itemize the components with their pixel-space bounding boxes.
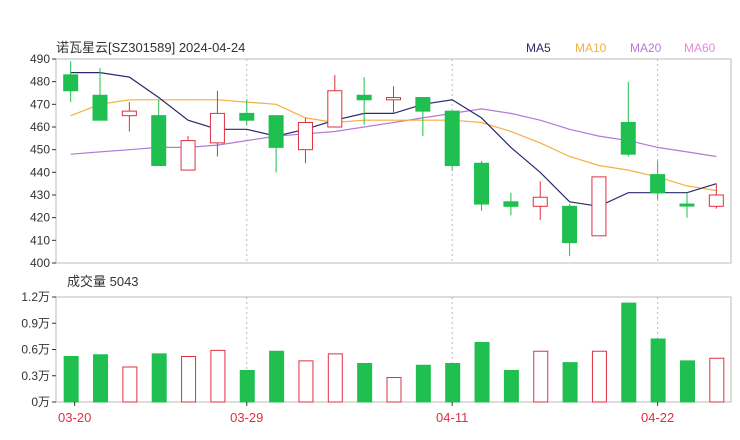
- candle-body: [151, 115, 167, 167]
- volume-tick-label: 0.3万: [21, 369, 50, 383]
- date-tick-label: 04-22: [641, 410, 674, 425]
- price-tick-label: 470: [30, 97, 50, 111]
- volume-tick-label: 0.9万: [21, 316, 50, 330]
- price-tick-label: 400: [30, 256, 50, 270]
- price-tick-label: 460: [30, 120, 50, 134]
- price-tick-label: 440: [30, 165, 50, 179]
- volume-bar: [181, 356, 197, 403]
- volume-bar: [93, 354, 109, 403]
- candle-body: [650, 174, 666, 194]
- legend-ma10: MA10: [575, 41, 607, 55]
- price-panel: 490 480 470 460 450 440 430 420 410 400: [30, 52, 732, 270]
- volume-bar: [63, 356, 79, 403]
- candle-body: [121, 110, 137, 117]
- candle-body: [386, 97, 401, 101]
- volume-bar: [122, 366, 138, 403]
- date-axis: 03-20 03-29 04-11 04-22: [58, 402, 674, 425]
- volume-bar: [386, 377, 402, 403]
- candle-body: [268, 115, 284, 148]
- volume-bar: [533, 350, 549, 403]
- date-tick-label: 03-29: [230, 410, 263, 425]
- candle-body: [180, 140, 196, 171]
- volume-tick-label: 0万: [31, 395, 50, 409]
- volume-bar: [357, 363, 373, 403]
- candle-body: [474, 162, 490, 205]
- candle-body: [591, 176, 607, 237]
- volume-tick-label: 0.6万: [21, 343, 50, 357]
- price-tick-label: 490: [30, 52, 50, 66]
- legend-ma5: MA5: [526, 41, 551, 55]
- candle-body: [444, 110, 460, 167]
- candle-body: [562, 205, 578, 244]
- volume-panel: 1.2万 0.9万 0.6万 0.3万 0万: [21, 290, 732, 409]
- candle-body: [708, 194, 724, 207]
- price-tick-label: 480: [30, 75, 50, 89]
- candle-body: [239, 112, 255, 121]
- volume-bar: [298, 360, 314, 403]
- volume-tick-label: 1.2万: [21, 290, 50, 304]
- price-tick-label: 450: [30, 143, 50, 157]
- volume-bar: [679, 360, 695, 403]
- volume-bar: [650, 338, 666, 403]
- volume-bar: [709, 357, 725, 403]
- volume-bar: [269, 350, 285, 403]
- volume-bar: [562, 362, 578, 403]
- legend-ma20: MA20: [630, 41, 662, 55]
- volume-bar: [503, 370, 519, 403]
- price-tick-label: 420: [30, 211, 50, 225]
- legend: MA5 MA10 MA20 MA60: [526, 41, 716, 55]
- candle-body: [356, 94, 372, 101]
- candle-body: [209, 112, 225, 144]
- stock-chart: 诺瓦星云[SZ301589] 2024-04-24 MA5 MA10 MA20 …: [21, 40, 732, 425]
- candle-body: [503, 201, 519, 207]
- candle-body: [532, 196, 548, 207]
- candle-body: [327, 90, 343, 128]
- volume-bar: [621, 302, 637, 403]
- chart-title: 诺瓦星云[SZ301589] 2024-04-24: [56, 40, 245, 55]
- volume-bar: [445, 363, 461, 403]
- candle-body: [415, 97, 431, 112]
- volume-bar: [151, 353, 167, 403]
- volume-bar: [210, 349, 226, 403]
- volume-bar: [327, 353, 343, 403]
- volume-header: 成交量 5043: [67, 274, 139, 289]
- volume-bar: [591, 350, 607, 403]
- date-tick-label: 04-11: [436, 410, 468, 425]
- legend-ma60: MA60: [684, 41, 716, 55]
- candle-body: [63, 74, 79, 92]
- candle-body: [297, 121, 313, 151]
- candle-body: [92, 94, 108, 121]
- candle-body: [620, 121, 636, 155]
- date-tick-label: 03-20: [58, 410, 91, 425]
- ma20-line: [70, 108, 717, 158]
- candle-body: [679, 203, 695, 207]
- price-tick-label: 410: [30, 233, 50, 247]
- volume-bar: [415, 364, 431, 403]
- price-tick-label: 430: [30, 188, 50, 202]
- volume-bar: [474, 342, 490, 403]
- volume-bar: [239, 370, 255, 403]
